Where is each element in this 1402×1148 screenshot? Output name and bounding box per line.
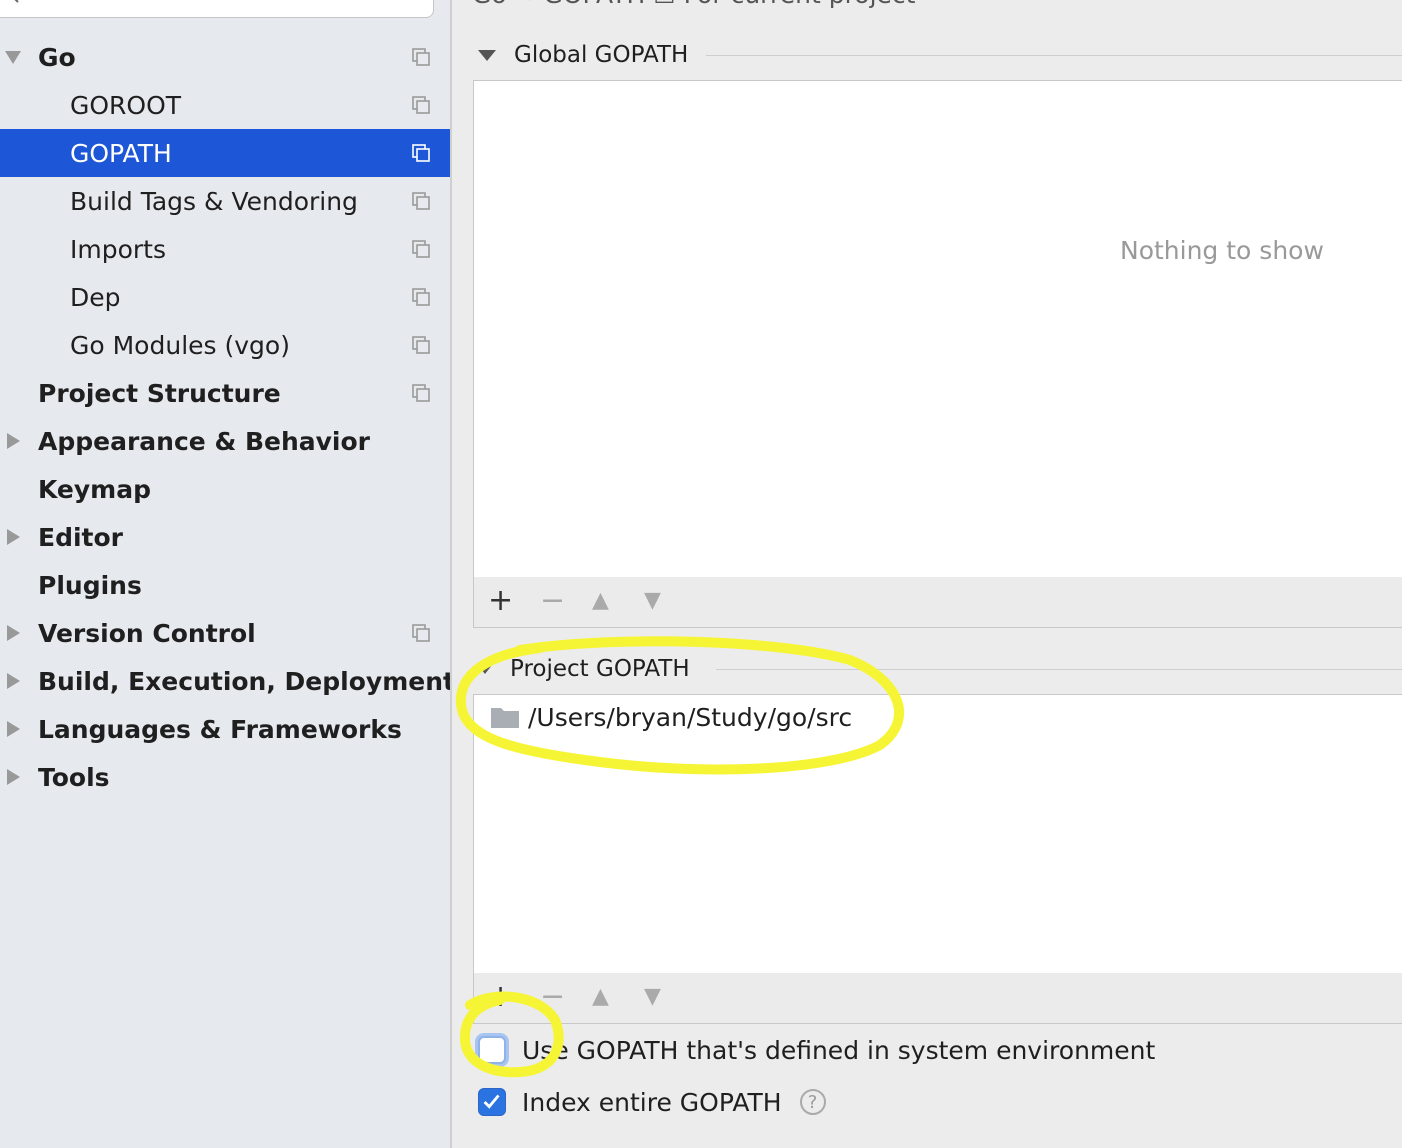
sidebar-item-label: Version Control	[38, 618, 256, 648]
sidebar-item-goroot[interactable]: GOROOT	[0, 81, 450, 129]
sidebar-item-label: Languages & Frameworks	[38, 714, 402, 744]
global-gopath-title: Global GOPATH	[514, 42, 689, 68]
global-gopath-header[interactable]: Global GOPATH	[478, 40, 688, 70]
sidebar-item-label: Go Modules (vgo)	[70, 330, 290, 360]
project-gopath-header[interactable]: Project GOPATH	[478, 654, 690, 684]
collapse-arrow-icon[interactable]	[478, 49, 496, 61]
sidebar-item-build-execution-deployment[interactable]: Build, Execution, Deployment	[0, 657, 455, 705]
sidebar-item-imports[interactable]: Imports	[0, 225, 450, 273]
search-icon	[14, 0, 19, 3]
index-entire-gopath-checkbox[interactable]	[478, 1088, 506, 1116]
sidebar-item-project-structure[interactable]: Project Structure	[0, 369, 450, 417]
project-scope-icon	[412, 144, 430, 162]
move-down-button[interactable]: ▼	[644, 586, 661, 616]
use-system-gopath-label: Use GOPATH that's defined in system envi…	[522, 1035, 1156, 1065]
sidebar-item-tools[interactable]: Tools	[0, 753, 450, 801]
sidebar-item-label: Go	[38, 42, 76, 72]
move-up-button[interactable]: ▲	[592, 982, 609, 1012]
sidebar-item-label: Project Structure	[38, 378, 281, 408]
project-scope-icon	[412, 624, 430, 642]
sidebar-item-label: GOROOT	[70, 90, 182, 120]
sidebar-item-gopath[interactable]: GOPATH	[0, 129, 450, 177]
remove-button[interactable]: −	[540, 982, 565, 1012]
index-entire-gopath-option[interactable]: Index entire GOPATH ?	[478, 1084, 826, 1120]
checkmark-icon	[483, 1094, 500, 1109]
search-input[interactable]	[0, 0, 434, 18]
sidebar-item-appearance-behavior[interactable]: Appearance & Behavior	[0, 417, 450, 465]
expand-arrow-right-icon[interactable]	[4, 720, 22, 738]
expand-arrow-down-icon[interactable]	[4, 48, 22, 66]
expand-arrow-right-icon[interactable]	[4, 672, 22, 690]
empty-list-text: Nothing to show	[1120, 236, 1324, 265]
settings-sidebar: Go GOROOT GOPATH Build Tags & Vendoring Impo…	[0, 0, 455, 1148]
sidebar-item-label: Build Tags & Vendoring	[70, 186, 358, 216]
sidebar-item-label: Keymap	[38, 474, 152, 504]
sidebar-item-label: Tools	[38, 762, 110, 792]
expand-arrow-right-icon[interactable]	[4, 624, 22, 642]
section-divider	[706, 55, 1402, 56]
expand-arrow-right-icon[interactable]	[4, 528, 22, 546]
folder-icon	[491, 708, 519, 728]
global-gopath-toolbar: + − ▲ ▼	[473, 577, 1402, 628]
gopath-entry-path: /Users/bryan/Study/go/src	[528, 702, 853, 732]
collapse-arrow-icon[interactable]	[478, 664, 492, 674]
sidebar-item-label: Appearance & Behavior	[38, 426, 370, 456]
project-scope-icon	[412, 288, 430, 306]
project-scope-icon	[412, 336, 430, 354]
list-item[interactable]: /Users/bryan/Study/go/src	[490, 700, 852, 734]
sidebar-item-label: Build, Execution, Deployment	[38, 666, 455, 696]
index-entire-gopath-label: Index entire GOPATH	[522, 1087, 782, 1117]
remove-button[interactable]: −	[540, 586, 565, 616]
project-gopath-toolbar: + − ▲ ▼	[473, 973, 1402, 1024]
sidebar-item-label: Plugins	[38, 570, 142, 600]
move-up-button[interactable]: ▲	[592, 586, 609, 616]
add-button[interactable]: +	[488, 586, 513, 616]
sidebar-item-keymap[interactable]: Keymap	[0, 465, 450, 513]
project-scope-icon	[412, 192, 430, 210]
help-icon[interactable]: ?	[799, 1089, 826, 1115]
sidebar-item-go[interactable]: Go	[0, 33, 450, 81]
sidebar-item-label: Imports	[70, 234, 166, 264]
project-scope-icon	[412, 240, 430, 258]
sidebar-item-dep[interactable]: Dep	[0, 273, 450, 321]
page-breadcrumb: Go → GOPATH ☐ For current project	[472, 0, 915, 9]
sidebar-item-label: Dep	[70, 282, 121, 312]
sidebar-item-label: Editor	[38, 522, 123, 552]
sidebar-item-go-modules-vgo[interactable]: Go Modules (vgo)	[0, 321, 450, 369]
use-system-gopath-option[interactable]: Use GOPATH that's defined in system envi…	[478, 1032, 1155, 1068]
sidebar-item-build-tags-vendoring[interactable]: Build Tags & Vendoring	[0, 177, 450, 225]
project-gopath-list[interactable]	[473, 694, 1402, 974]
sidebar-item-version-control[interactable]: Version Control	[0, 609, 450, 657]
project-gopath-title: Project GOPATH	[510, 656, 690, 682]
project-scope-icon	[412, 96, 430, 114]
move-down-button[interactable]: ▼	[644, 982, 661, 1012]
sidebar-item-label: GOPATH	[70, 138, 172, 168]
expand-arrow-right-icon[interactable]	[4, 432, 22, 450]
sidebar-item-editor[interactable]: Editor	[0, 513, 450, 561]
add-button[interactable]: +	[488, 982, 513, 1012]
sidebar-item-languages-frameworks[interactable]: Languages & Frameworks	[0, 705, 450, 753]
sidebar-item-plugins[interactable]: Plugins	[0, 561, 450, 609]
expand-arrow-right-icon[interactable]	[4, 768, 22, 786]
global-gopath-list[interactable]	[473, 80, 1402, 578]
use-system-gopath-checkbox[interactable]	[478, 1036, 506, 1064]
project-scope-icon	[412, 384, 430, 402]
section-divider	[716, 669, 1402, 670]
project-scope-icon	[412, 48, 430, 66]
